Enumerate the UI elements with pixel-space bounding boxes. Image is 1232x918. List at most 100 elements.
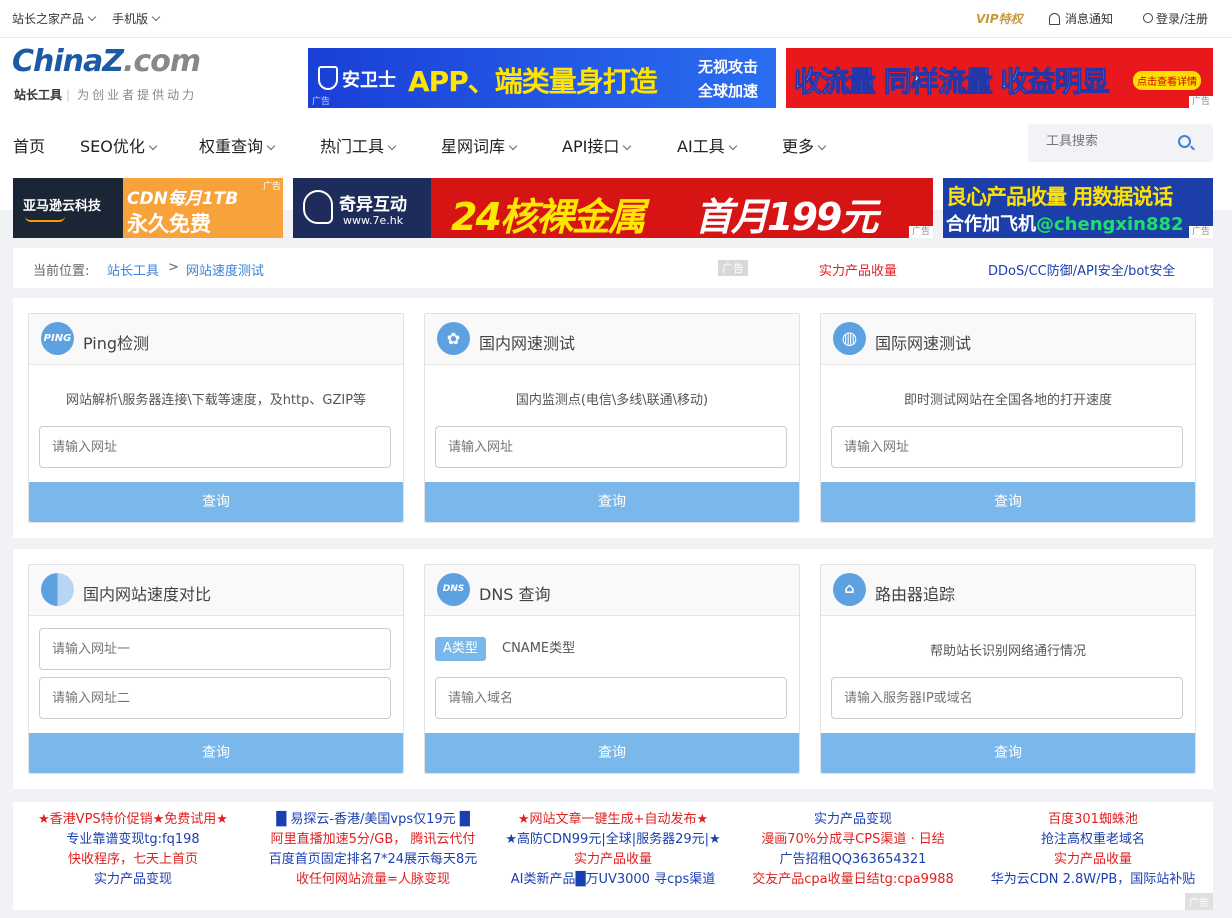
intl-query-button[interactable]: 查询: [821, 482, 1195, 522]
text-ad-link[interactable]: 快收程序，七天上首页: [13, 850, 253, 870]
text-ad-link[interactable]: 实力产品收量: [493, 850, 733, 870]
ping-query-button[interactable]: 查询: [29, 482, 403, 522]
banner-cta-button[interactable]: 点击查看详情: [1133, 71, 1201, 90]
banner-chengxin[interactable]: 良心产品收量 用数据说话 合作加飞机@chengxin882 广告: [943, 178, 1213, 238]
breadcrumb-label: 当前位置:: [33, 264, 90, 279]
breadcrumb-current[interactable]: 网站速度测试: [186, 260, 264, 279]
ping-icon: PING: [41, 322, 74, 355]
banner-headline: 首月199元: [695, 195, 878, 238]
text-ad-link[interactable]: ★高防CDN99元|全球|服务器29元|★: [493, 830, 733, 850]
tool-search-input[interactable]: [1046, 134, 1176, 149]
logo-sub-slogan: 为创业者提供动力: [77, 88, 198, 102]
banner-headline: APP、端类量身打造: [408, 65, 658, 98]
text-ad-link[interactable]: 收任何网站流量=人脉变现: [253, 870, 493, 890]
logo-slogan: 站长工具 | 为创业者提供动力: [14, 88, 198, 102]
compare-url1-input[interactable]: [39, 628, 391, 670]
banner-url: www.7e.hk: [343, 214, 404, 227]
breadcrumb: 当前位置: 站长工具 > 网站速度测试 广告 实力产品收量 DDoS/CC防御/…: [13, 248, 1213, 288]
nav-item-api[interactable]: API接口: [562, 133, 632, 157]
chevron-down-icon: [387, 141, 397, 151]
router-icon: ⌂: [833, 573, 866, 606]
banner-anweishi[interactable]: 安卫士 APP、端类量身打造 无视攻击 全球加速 广告: [308, 48, 776, 108]
breadcrumb-home-link[interactable]: 站长工具: [107, 260, 159, 279]
dns-domain-input[interactable]: [435, 677, 787, 719]
text-ad-link[interactable]: ★网站文章一键生成+自动发布★: [493, 810, 733, 830]
nav-item-label: 更多: [782, 137, 815, 156]
ad-label: 广告: [262, 182, 281, 192]
nav-item-weight[interactable]: 权重查询: [199, 133, 276, 157]
ad-label: 广告: [312, 97, 331, 107]
login-link[interactable]: 登录/注册: [1143, 10, 1208, 27]
text-ad-link[interactable]: 实力产品变现: [13, 870, 253, 890]
banner-aws[interactable]: 亚马逊云科技 CDN每月1TB 永久免费 广告: [13, 178, 283, 238]
mobile-menu[interactable]: 手机版: [112, 10, 161, 27]
compare-query-button[interactable]: 查询: [29, 733, 403, 773]
banner-side-text: 全球加速: [698, 82, 759, 100]
chevron-down-icon: [817, 141, 827, 151]
china-map-icon: ✿: [437, 322, 470, 355]
text-ad-link[interactable]: 实力产品变现: [733, 810, 973, 830]
compare-url2-input[interactable]: [39, 677, 391, 719]
card-title: 国内网站速度对比: [83, 585, 212, 604]
domestic-query-button[interactable]: 查询: [425, 482, 799, 522]
compare-card: 国内网站速度对比 查询: [28, 564, 404, 774]
domestic-speed-card: ✿ 国内网速测试 国内监测点(电信\多线\联通\移动) 查询: [424, 313, 800, 523]
text-ad-link[interactable]: 华为云CDN 2.8W/PB，国际站补贴: [973, 870, 1213, 890]
site-logo[interactable]: ChinaZ.com: [12, 44, 201, 79]
products-menu[interactable]: 站长之家产品: [12, 10, 97, 27]
trace-host-input[interactable]: [831, 677, 1183, 719]
nav-item-label: 热门工具: [320, 137, 385, 156]
text-ad-link[interactable]: DDoS/CC防御/API安全/bot安全: [988, 260, 1175, 279]
chevron-down-icon: [508, 141, 518, 151]
bell-icon: [1049, 13, 1060, 25]
text-ad-link[interactable]: 阿里直播加速5分/GB， 腾讯云代付: [253, 830, 493, 850]
ad-label: 广告: [908, 226, 933, 238]
text-ad-link[interactable]: 专业靠谱变现tg:fq198: [13, 830, 253, 850]
nav-item-home[interactable]: 首页: [13, 133, 45, 157]
vip-link[interactable]: VIP特权: [976, 10, 1023, 27]
trace-query-button[interactable]: 查询: [821, 733, 1195, 773]
dns-icon: DNS: [437, 573, 470, 606]
chevron-down-icon: [266, 141, 276, 151]
text-ad-link[interactable]: 漫画70%分成寻CPS渠道 · 日结: [733, 830, 973, 850]
text-ad-link[interactable]: 百度首页固定排名7*24展示每天8元: [253, 850, 493, 870]
intl-url-input[interactable]: [831, 426, 1183, 468]
dns-type-cname-tab[interactable]: CNAME类型: [494, 637, 583, 661]
banner-brand: 亚马逊云科技: [23, 199, 102, 214]
card-title: DNS 查询: [479, 585, 551, 604]
card-desc: 即时测试网站在全国各地的打开速度: [903, 393, 1112, 408]
text-ad-link[interactable]: 交友产品cpa收量日结tg:cpa9988: [733, 870, 973, 890]
search-icon[interactable]: [1178, 135, 1191, 148]
card-title: 路由器追踪: [875, 585, 956, 604]
ad-label: 广告: [1188, 226, 1213, 238]
text-ad-link[interactable]: 抢注高权重老域名: [973, 830, 1213, 850]
nav-item-seo[interactable]: SEO优化: [80, 133, 158, 157]
banner-brand: 奇异互动: [339, 195, 407, 215]
text-ad-link[interactable]: 广告招租QQ363654321: [733, 850, 973, 870]
banner-traffic[interactable]: 收流量 同样流量 收益明显 点击查看详情 广告: [786, 48, 1213, 108]
notify-link[interactable]: 消息通知: [1049, 10, 1113, 27]
ping-card: PING Ping检测 网站解析\服务器连接\下载等速度，及http、GZIP等 …: [28, 313, 404, 523]
text-ad-link[interactable]: █ 易探云-香港/美国vps仅19元 █: [253, 810, 493, 830]
card-title: 国内网速测试: [479, 334, 576, 353]
nav-item-keywords[interactable]: 星网词库: [441, 133, 518, 157]
tool-search: [1028, 124, 1213, 162]
text-ad-link[interactable]: 实力产品收量: [819, 260, 897, 279]
dns-type-a-tab[interactable]: A类型: [435, 637, 486, 661]
dns-query-button[interactable]: 查询: [425, 733, 799, 773]
chevron-down-icon: [151, 12, 161, 22]
text-ad-link[interactable]: AI类新产品█万UV3000 寻cps渠道: [493, 870, 733, 890]
nav-item-hot-tools[interactable]: 热门工具: [320, 133, 397, 157]
text-ad-link[interactable]: 实力产品收量: [973, 850, 1213, 870]
banner-7e[interactable]: 奇异互动 www.7e.hk 24核裸金属 首月199元 广告: [293, 178, 933, 238]
nav-item-ai[interactable]: AI工具: [677, 133, 737, 157]
nav-item-more[interactable]: 更多: [782, 133, 827, 157]
text-ad-link[interactable]: ★香港VPS特价促销★免费试用★: [13, 810, 253, 830]
ping-url-input[interactable]: [39, 426, 391, 468]
domestic-url-input[interactable]: [435, 426, 787, 468]
nav-item-label: AI工具: [677, 137, 725, 156]
logo-text: Z: [102, 44, 124, 79]
chevron-down-icon: [148, 141, 158, 151]
text-ad-link[interactable]: 百度301蜘蛛池: [973, 810, 1213, 830]
brand-logo-icon: [303, 190, 333, 224]
